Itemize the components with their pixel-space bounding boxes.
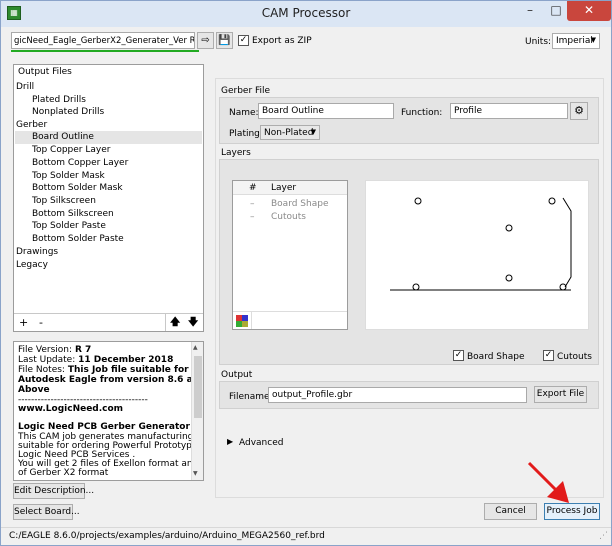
scrollbar-thumb[interactable]	[194, 356, 202, 418]
cam-processor-window: ▦ CAM Processor – □ ✕ gicNeed_Eagle_Gerb…	[0, 0, 612, 546]
layer-row-num: –	[250, 199, 255, 209]
layers-section-label: Layers	[221, 148, 251, 158]
tree-item-drill[interactable]: Drill	[16, 82, 34, 92]
plating-select[interactable]: Non-Plated ▼	[260, 125, 320, 140]
edit-description-button[interactable]: Edit Description...	[13, 483, 94, 499]
file-version-label: File Version:	[18, 345, 73, 355]
tree-item-bottom-solder-paste[interactable]: Bottom Solder Paste	[32, 234, 124, 244]
scroll-up-icon[interactable]: ▲	[193, 344, 198, 351]
last-update-value: 11 December 2018	[78, 355, 174, 365]
layers-list: # Layer – Board Shape – Cutouts	[232, 180, 348, 330]
tree-item-gerber[interactable]: Gerber	[16, 120, 47, 130]
output-section-label: Output	[221, 370, 253, 380]
tree-item-top-silkscreen[interactable]: Top Silkscreen	[32, 196, 96, 206]
file-notes-line-3: Above	[18, 385, 50, 395]
file-notes-line-2: Autodesk Eagle from version 8.6 and	[18, 375, 204, 385]
file-notes-line-1: This Job file suitable for	[67, 365, 189, 375]
open-job-icon[interactable]: ⇨	[197, 32, 214, 49]
job-path-underline	[11, 50, 199, 52]
layers-col-layer: Layer	[271, 183, 297, 193]
name-input[interactable]: Board Outline	[258, 103, 394, 119]
layer-colors-icon[interactable]	[236, 315, 248, 327]
move-up-icon[interactable]: 🡅	[170, 315, 180, 332]
job-path-field[interactable]: gicNeed_Eagle_GerberX2_Generater_Ver R7.…	[11, 32, 195, 49]
board-preview-drawing	[390, 197, 572, 291]
units-label: Units:	[525, 37, 552, 47]
info-heading: Logic Need PCB Gerber Generator	[18, 422, 190, 432]
info-scrollbar[interactable]: ▲ ▼	[191, 342, 203, 480]
board-shape-checkbox[interactable]: ✓	[453, 350, 464, 361]
function-input[interactable]: Profile	[450, 103, 568, 119]
tree-actions-divider	[165, 314, 166, 331]
select-board-button[interactable]: Select Board...	[13, 504, 80, 520]
minimize-button[interactable]: –	[517, 1, 543, 21]
tree-header: Output Files	[18, 67, 72, 77]
tree-item-bottom-copper[interactable]: Bottom Copper Layer	[32, 158, 128, 168]
resize-grip-icon[interactable]: ⋰	[599, 531, 608, 541]
cutouts-checkbox-label: Cutouts	[557, 352, 592, 362]
filename-input[interactable]: output_Profile.gbr	[268, 387, 527, 403]
plating-value: Non-Plated	[264, 128, 314, 138]
tree-item-drawings[interactable]: Drawings	[16, 247, 58, 257]
board-shape-checkbox-label: Board Shape	[467, 352, 525, 362]
desc-line-5: of Gerber X2 format	[18, 468, 109, 478]
export-zip-label: Export as ZIP	[252, 36, 312, 46]
filename-label: Filename:	[229, 392, 273, 402]
file-notes-label: File Notes:	[18, 365, 65, 375]
title-bar: ▦ CAM Processor – □ ✕	[1, 1, 611, 27]
layer-row-num: –	[250, 212, 255, 222]
cutouts-checkbox[interactable]: ✓	[543, 350, 554, 361]
layer-row-cutouts[interactable]: Cutouts	[271, 212, 306, 222]
tree-item-top-solder-mask[interactable]: Top Solder Mask	[32, 171, 105, 181]
layer-row-board-shape[interactable]: Board Shape	[271, 199, 329, 209]
scroll-down-icon[interactable]: ▼	[193, 470, 198, 477]
chevron-down-icon: ▼	[310, 128, 316, 136]
board-preview	[365, 180, 589, 330]
status-bar: C:/EAGLE 8.6.0/projects/examples/arduino…	[1, 527, 611, 545]
tree-item-legacy[interactable]: Legacy	[16, 260, 48, 270]
layers-col-num: #	[249, 183, 257, 193]
units-value: Imperial	[556, 36, 593, 46]
website-text: www.LogicNeed.com	[18, 404, 124, 414]
remove-output-button[interactable]: -	[39, 316, 43, 329]
tree-item-bottom-solder-mask[interactable]: Bottom Solder Mask	[32, 183, 123, 193]
tree-item-board-outline[interactable]: Board Outline	[32, 132, 94, 142]
name-label: Name:	[229, 108, 259, 118]
tree-item-top-copper[interactable]: Top Copper Layer	[32, 145, 110, 155]
layers-list-header: # Layer	[233, 181, 347, 195]
board-path-text: C:/EAGLE 8.6.0/projects/examples/arduino…	[9, 531, 325, 541]
file-version-value: R 7	[74, 345, 92, 355]
tree-item-top-solder-paste[interactable]: Top Solder Paste	[32, 221, 106, 231]
annotation-arrow	[527, 461, 569, 503]
tree-item-nonplated-drills[interactable]: Nonplated Drills	[32, 107, 104, 117]
tree-item-bottom-silkscreen[interactable]: Bottom Silkscreen	[32, 209, 114, 219]
gerber-file-section-label: Gerber File	[221, 86, 271, 96]
add-output-button[interactable]: +	[19, 316, 28, 329]
advanced-section-label[interactable]: Advanced	[239, 438, 283, 448]
plating-label: Plating:	[229, 129, 263, 139]
move-down-icon[interactable]: 🡇	[188, 315, 198, 332]
function-label: Function:	[401, 108, 443, 118]
job-info-box: File Version: R 7 Last Update: 11 Decemb…	[13, 341, 204, 481]
save-job-icon[interactable]: 💾	[216, 32, 233, 49]
last-update-label: Last Update:	[18, 355, 76, 365]
export-zip-checkbox[interactable]: ✓	[238, 35, 249, 46]
gear-icon[interactable]: ⚙	[570, 102, 588, 120]
tree-item-plated-drills[interactable]: Plated Drills	[32, 95, 86, 105]
output-files-tree: Output Files Drill Plated Drills Nonplat…	[13, 64, 204, 332]
maximize-button[interactable]: □	[543, 1, 569, 21]
layers-list-footer	[233, 311, 347, 329]
tree-actions-bar: + - 🡅 🡇	[14, 313, 203, 331]
units-select[interactable]: Imperial ▼	[552, 33, 600, 49]
layers-footer-divider	[251, 312, 252, 329]
chevron-down-icon: ▼	[590, 36, 596, 44]
advanced-expand-icon[interactable]: ▶	[227, 437, 233, 446]
close-button[interactable]: ✕	[567, 1, 611, 21]
export-file-button[interactable]: Export File	[534, 386, 587, 403]
